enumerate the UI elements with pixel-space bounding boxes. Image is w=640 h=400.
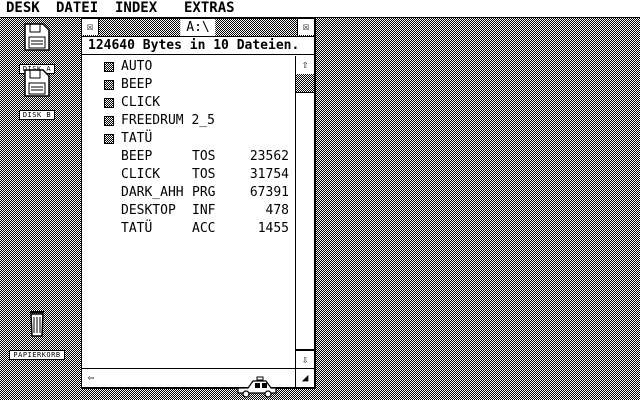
close-box-icon[interactable]: ☒ [82,19,99,35]
folder-name: BEEP [121,77,153,92]
file-extension: TOS [192,167,216,182]
folder-icon [104,98,114,108]
file-list: AUTO BEEP CLICK FREEDRUM 2_5 TATÜ BEEP TOS 2356… [82,56,295,368]
file-name: DARK_AHH [121,185,184,200]
drive-a-icon [24,23,50,51]
folder-name: TATÜ [121,131,153,146]
menu-datei[interactable]: DATEI [53,0,101,17]
file-item[interactable]: DARK_AHH PRG 67391 [82,184,295,202]
folder-item[interactable]: TATÜ [82,130,295,148]
vertical-scroll-thumb[interactable] [296,92,314,350]
folder-icon [104,116,114,126]
folder-item[interactable]: BEEP [82,76,295,94]
trash[interactable]: PAPIERKORB [1,308,73,361]
file-name: DESKTOP [121,203,176,218]
drive-b-icon [24,69,50,97]
vertical-scroll-track[interactable] [296,74,314,350]
file-extension: TOS [192,149,216,164]
folder-item[interactable]: AUTO [82,58,295,76]
file-item[interactable]: TATÜ ACC 1455 [82,220,295,238]
folder-item[interactable]: CLICK [82,94,295,112]
arrow-up-icon[interactable]: ⇧ [296,56,314,75]
arrow-left-icon[interactable]: ⇦ [82,369,101,387]
file-extension: INF [192,203,216,218]
folder-icon [104,134,114,144]
directory-window: ☒ A:\ ☒ 124640 Bytes in 10 Dateien. AUTO… [81,18,315,388]
file-name: TATÜ [121,221,153,236]
file-item[interactable]: CLICK TOS 31754 [82,166,295,184]
arrow-down-icon[interactable]: ⇩ [296,350,314,369]
file-name: CLICK [121,167,161,182]
drive-b-label: DISK B [18,110,56,120]
menu-bar: DESK DATEI INDEX EXTRAS [0,0,640,18]
folder-icon [104,80,114,90]
drive-b[interactable]: DISK B [1,68,73,121]
window-title: A:\ [180,19,216,36]
fuller-box-icon[interactable]: ☒ [297,19,314,35]
file-item[interactable]: DESKTOP INF 478 [82,202,295,220]
file-extension: ACC [192,221,216,236]
trash-icon [30,311,44,337]
file-size: 31754 [249,167,289,182]
menu-index[interactable]: INDEX [112,0,160,17]
folder-name: AUTO [121,59,153,74]
file-name: BEEP [121,149,153,164]
file-size: 23562 [249,149,289,164]
folder-item[interactable]: FREEDRUM 2_5 [82,112,295,130]
file-item[interactable]: BEEP TOS 23562 [82,148,295,166]
window-titlebar[interactable]: ☒ A:\ ☒ [82,19,314,37]
folder-name: FREEDRUM 2_5 [121,113,215,128]
folder-name: CLICK [121,95,161,110]
car-icon [237,376,277,398]
trash-label: PAPIERKORB [9,350,65,360]
file-extension: PRG [192,185,216,200]
window-info-line: 124640 Bytes in 10 Dateien. [82,37,314,55]
folder-icon [104,62,114,72]
menu-desk[interactable]: DESK [3,0,43,17]
size-box-icon[interactable]: ◢ [295,368,314,387]
vertical-scrollbar[interactable]: ⇧ ⇩ [295,56,314,369]
menu-extras[interactable]: EXTRAS [181,0,238,17]
file-size: 67391 [249,185,289,200]
file-size: 478 [265,203,289,218]
file-size: 1455 [257,221,289,236]
